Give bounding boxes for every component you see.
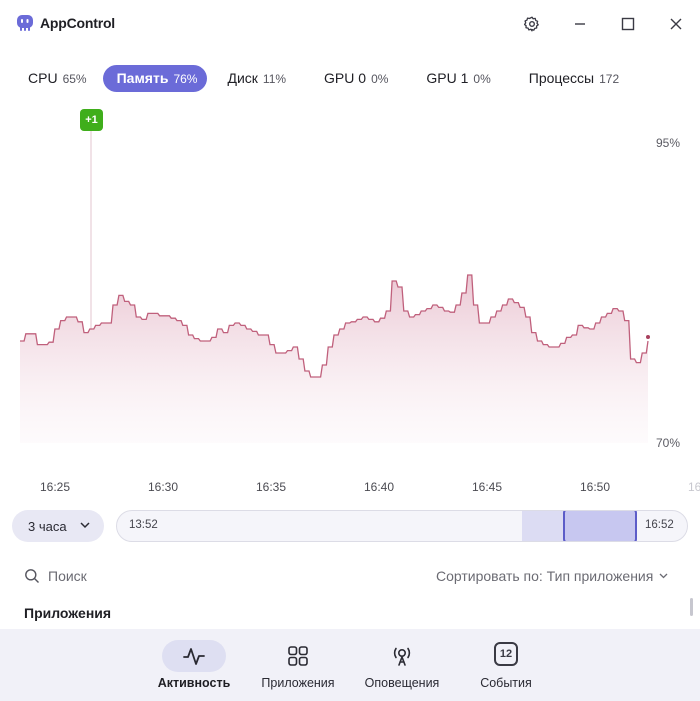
tab-processes[interactable]: Процессы 172 (515, 65, 629, 92)
sort-dropdown[interactable]: Сортировать по: Тип приложения (436, 568, 668, 584)
x-tick-label: 16:45 (472, 480, 503, 494)
sort-label: Сортировать по: Тип приложения (436, 568, 654, 584)
timeline-start-label: 13:52 (129, 519, 158, 531)
settings-button[interactable] (522, 14, 542, 34)
time-range-dropdown[interactable]: 3 часа (12, 510, 104, 542)
activity-icon (183, 648, 205, 665)
timeline-scrubber[interactable]: 13:52 16:52 (116, 510, 688, 542)
search-icon (25, 569, 39, 583)
y-label-top: 95% (656, 136, 681, 150)
apps-section-title: Приложения (24, 605, 112, 621)
tab-gpu-1[interactable]: GPU 1 0% (412, 65, 500, 92)
x-tick-label: 16:50 (580, 480, 611, 494)
gear-icon (524, 16, 539, 32)
x-tick-label: 16:40 (364, 480, 395, 494)
nav-apps[interactable]: Приложения (250, 629, 346, 701)
close-button[interactable] (666, 14, 686, 34)
current-value-dot (646, 335, 650, 339)
timeline-window-handle[interactable] (563, 511, 637, 541)
metric-tabs: CPU 65% Память 76% Диск 11% GPU 0 0% GPU 1 0%… (14, 64, 633, 92)
maximize-icon (621, 17, 635, 31)
events-icon: 12 (494, 642, 518, 666)
memory-usage-chart (20, 131, 650, 443)
tab-disk[interactable]: Диск 11% (213, 65, 296, 92)
app-logo-icon (17, 15, 33, 31)
x-tick-label: 16:25 (40, 480, 71, 494)
chevron-down-icon (80, 522, 90, 529)
scrollbar[interactable] (690, 598, 693, 616)
x-tick-label: 16:35 (256, 480, 287, 494)
chevron-down-icon (659, 573, 668, 579)
timeline-end-label: 16:52 (645, 519, 674, 531)
apps-grid-icon (288, 646, 308, 666)
event-marker[interactable]: +1 (80, 109, 103, 131)
y-label-bottom: 70% (656, 436, 681, 450)
tab-cpu[interactable]: CPU 65% (14, 65, 97, 92)
x-tick-label: 16:55 (688, 480, 700, 494)
maximize-button[interactable] (618, 14, 638, 34)
nav-notifications[interactable]: Оповещения (354, 629, 450, 701)
time-range-label: 3 часа (28, 518, 67, 534)
close-icon (670, 18, 682, 30)
memory-area (20, 275, 648, 443)
bottom-navigation: Активность Приложения Оповещения 12 Собы… (0, 629, 700, 701)
tab-memory[interactable]: Память 76% (102, 64, 208, 92)
minimize-button[interactable] (570, 14, 590, 34)
notification-icon (393, 647, 411, 666)
title-bar: AppControl (0, 0, 700, 48)
nav-activity[interactable]: Активность (146, 629, 242, 701)
x-tick-label: 16:30 (148, 480, 179, 494)
app-title: AppControl (40, 15, 115, 31)
search-placeholder: Поиск (48, 568, 87, 584)
nav-events[interactable]: 12 События (458, 629, 554, 701)
search-field[interactable]: Поиск (24, 566, 87, 586)
minimize-icon (575, 23, 585, 25)
tab-gpu-0[interactable]: GPU 0 0% (310, 65, 398, 92)
